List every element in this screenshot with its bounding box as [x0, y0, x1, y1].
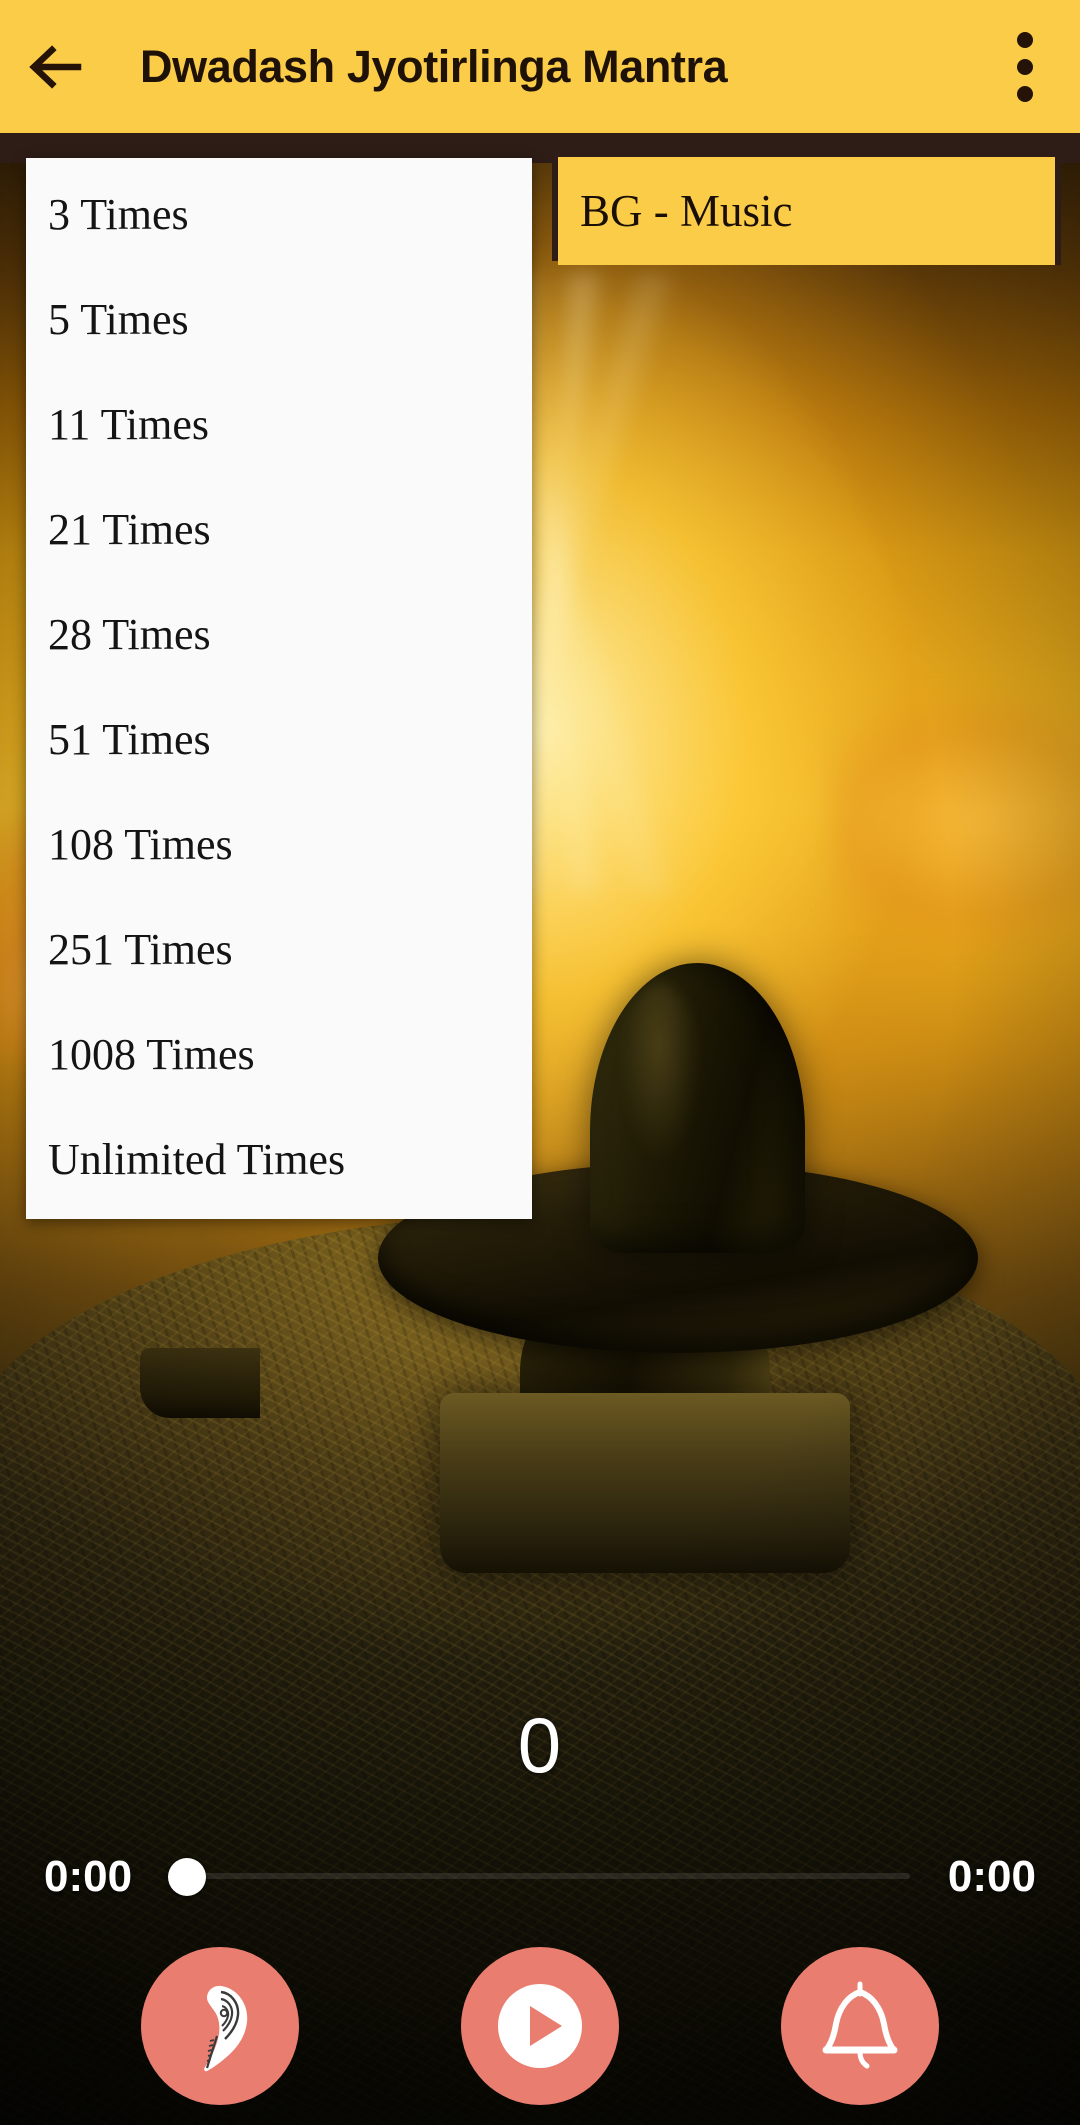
- dropdown-item-251-times[interactable]: 251 Times: [26, 897, 532, 1002]
- dropdown-item-5-times[interactable]: 5 Times: [26, 267, 532, 372]
- repeat-count-dropdown-menu[interactable]: 3 Times 5 Times 11 Times 21 Times 28 Tim…: [26, 158, 532, 1219]
- player-controls: [0, 1946, 1080, 2106]
- dropdown-item-28-times[interactable]: 28 Times: [26, 582, 532, 687]
- lingam-highlight-decoration: [620, 983, 700, 1163]
- total-time-label: 0:00: [947, 1852, 1036, 1901]
- seek-bar-thumb[interactable]: [168, 1858, 206, 1896]
- seek-bar-row: 0:00 0:00: [0, 1838, 1080, 1918]
- dropdown-item-1008-times[interactable]: 1008 Times: [26, 1002, 532, 1107]
- app-toolbar: Dwadash Jyotirlinga Mantra: [0, 0, 1080, 133]
- bg-music-label: BG - Music: [580, 186, 793, 236]
- conch-shell-icon: [177, 1978, 263, 2074]
- chant-counter: 0: [517, 1701, 563, 1789]
- play-icon: [488, 1974, 592, 2078]
- dropdown-item-3-times[interactable]: 3 Times: [26, 162, 532, 267]
- more-vertical-icon-dot-3: [1017, 85, 1033, 102]
- pedestal-base-decoration: [440, 1393, 850, 1573]
- overflow-menu-button[interactable]: [970, 0, 1080, 133]
- seek-bar-track[interactable]: [170, 1873, 910, 1879]
- back-button[interactable]: [0, 0, 110, 133]
- bg-music-button[interactable]: BG - Music: [558, 157, 1055, 265]
- cloud-right-decoration: [830, 693, 1080, 953]
- page-title: Dwadash Jyotirlinga Mantra: [140, 40, 728, 92]
- bell-icon: [814, 1978, 906, 2074]
- dropdown-item-unlimited-times[interactable]: Unlimited Times: [26, 1107, 532, 1212]
- bell-button[interactable]: [781, 1947, 939, 2105]
- back-arrow-icon: [28, 44, 82, 89]
- dropdown-item-108-times[interactable]: 108 Times: [26, 792, 532, 897]
- app-screen: Dwadash Jyotirlinga Mantra BG - Music 3 …: [0, 0, 1080, 2125]
- dropdown-item-51-times[interactable]: 51 Times: [26, 687, 532, 792]
- dropdown-item-11-times[interactable]: 11 Times: [26, 372, 532, 477]
- current-time-label: 0:00: [44, 1852, 133, 1901]
- conch-button[interactable]: [141, 1947, 299, 2105]
- play-button[interactable]: [461, 1947, 619, 2105]
- pedestal-spout-decoration: [140, 1348, 260, 1418]
- dropdown-item-21-times[interactable]: 21 Times: [26, 477, 532, 582]
- more-vertical-icon-dot-2: [1017, 58, 1033, 75]
- more-vertical-icon-dot-1: [1017, 31, 1033, 48]
